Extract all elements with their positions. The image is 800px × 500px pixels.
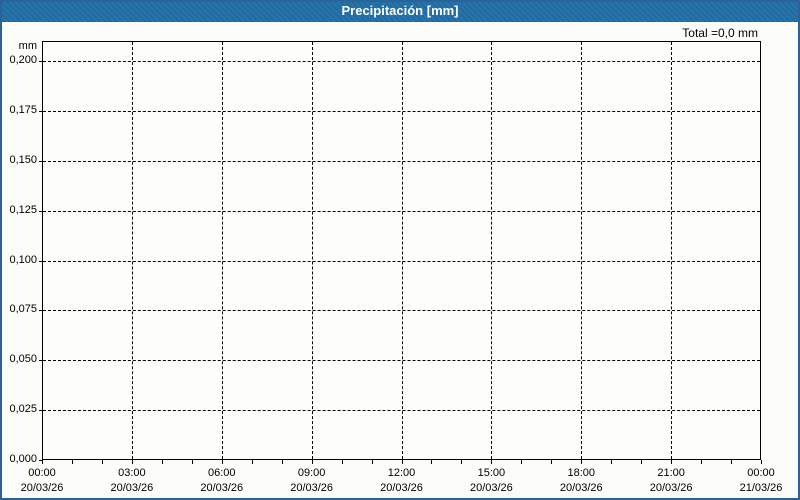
x-gridline bbox=[131, 42, 133, 459]
y-tick-label: 0,075 bbox=[9, 303, 37, 316]
x-tick-mark bbox=[221, 460, 223, 464]
x-tick-label: 00:00 20/03/26 bbox=[21, 466, 64, 496]
y-tick-mark bbox=[39, 160, 42, 162]
x-tick-time: 12:00 bbox=[387, 467, 416, 479]
x-tick-date: 21/03/26 bbox=[739, 482, 783, 494]
x-tick-mark bbox=[551, 460, 553, 464]
chart-title: Precipitación [mm] bbox=[341, 3, 459, 18]
x-tick-mark bbox=[371, 460, 373, 464]
x-tick-mark bbox=[461, 460, 463, 464]
x-tick-mark bbox=[731, 460, 733, 464]
x-gridline bbox=[491, 42, 493, 459]
x-tick-time: 18:00 bbox=[567, 467, 596, 479]
x-tick-date: 20/03/26 bbox=[559, 482, 603, 494]
x-tick-mark bbox=[341, 460, 343, 464]
x-gridline bbox=[221, 42, 223, 459]
x-gridline bbox=[401, 42, 403, 459]
y-tick-label: 0,150 bbox=[9, 153, 37, 166]
y-tick-label: 0,100 bbox=[9, 253, 37, 266]
x-tick-date: 20/03/26 bbox=[110, 482, 154, 494]
x-tick-label: 12:00 20/03/26 bbox=[380, 466, 423, 496]
x-tick-label: 09:00 20/03/26 bbox=[290, 466, 333, 496]
y-axis-unit-label: mm bbox=[18, 40, 37, 52]
x-tick-label: 15:00 20/03/26 bbox=[470, 466, 513, 496]
x-tick-mark bbox=[431, 460, 433, 464]
x-tick-mark bbox=[161, 460, 163, 464]
x-tick-time: 00:00 bbox=[747, 467, 775, 479]
x-tick-mark bbox=[311, 460, 313, 464]
x-tick-label: 21:00 20/03/26 bbox=[650, 466, 693, 496]
x-tick-time: 06:00 bbox=[207, 467, 236, 479]
y-tick-label: 0,000 bbox=[9, 453, 37, 465]
chart-content: Total =0,0 mm mm 0,000 0,025 0,050 0,075 0,1… bbox=[0, 22, 800, 500]
x-tick-mark bbox=[641, 460, 643, 464]
y-tick-label: 0,125 bbox=[9, 203, 37, 216]
y-tick-mark bbox=[39, 410, 42, 412]
chart-title-bar: Precipitación [mm] bbox=[0, 0, 800, 22]
y-tick-mark bbox=[39, 360, 42, 362]
plot-area bbox=[42, 41, 761, 460]
x-tick-date: 20/03/26 bbox=[469, 482, 513, 494]
x-tick-mark bbox=[101, 460, 103, 464]
x-tick-mark bbox=[401, 460, 403, 464]
x-tick-mark bbox=[671, 460, 673, 464]
x-tick-mark bbox=[761, 460, 762, 464]
x-tick-mark bbox=[71, 460, 73, 464]
x-tick-mark bbox=[521, 460, 523, 464]
y-tick-label: 0,175 bbox=[9, 103, 37, 116]
x-tick-mark bbox=[281, 460, 283, 464]
chart-window: Precipitación [mm] Total =0,0 mm mm 0,00… bbox=[0, 0, 800, 500]
y-tick-label: 0,200 bbox=[9, 54, 37, 66]
total-value-label: Total =0,0 mm bbox=[682, 26, 758, 40]
x-tick-label: 18:00 20/03/26 bbox=[560, 466, 603, 496]
x-tick-mark bbox=[251, 460, 253, 464]
x-tick-time: 03:00 bbox=[118, 467, 146, 479]
x-tick-label: 06:00 20/03/26 bbox=[200, 466, 243, 496]
x-gridline bbox=[311, 42, 313, 459]
x-tick-date: 20/03/26 bbox=[649, 482, 693, 494]
x-tick-date: 20/03/26 bbox=[290, 482, 334, 494]
x-tick-mark bbox=[581, 460, 583, 464]
y-tick-mark bbox=[39, 110, 42, 112]
x-tick-time: 00:00 bbox=[28, 467, 56, 479]
x-gridline bbox=[671, 42, 673, 459]
x-tick-mark bbox=[701, 460, 703, 464]
x-tick-time: 09:00 bbox=[297, 467, 326, 479]
y-tick-mark bbox=[39, 61, 42, 62]
x-tick-mark bbox=[491, 460, 493, 464]
x-tick-date: 20/03/26 bbox=[20, 482, 64, 494]
x-tick-mark bbox=[42, 460, 43, 464]
x-gridline bbox=[581, 42, 583, 459]
y-tick-label: 0,050 bbox=[9, 353, 37, 366]
y-tick-mark bbox=[39, 310, 42, 312]
x-tick-label: 00:00 21/03/26 bbox=[740, 466, 783, 496]
x-tick-date: 20/03/26 bbox=[200, 482, 244, 494]
x-tick-time: 21:00 bbox=[657, 467, 685, 479]
x-tick-mark bbox=[611, 460, 613, 464]
y-tick-mark bbox=[39, 260, 42, 262]
y-tick-mark bbox=[39, 210, 42, 212]
x-tick-label: 03:00 20/03/26 bbox=[110, 466, 153, 496]
y-tick-label: 0,025 bbox=[9, 403, 37, 416]
x-tick-mark bbox=[131, 460, 133, 464]
x-tick-mark bbox=[191, 460, 193, 464]
x-tick-date: 20/03/26 bbox=[380, 482, 423, 494]
x-tick-time: 15:00 bbox=[477, 467, 506, 479]
